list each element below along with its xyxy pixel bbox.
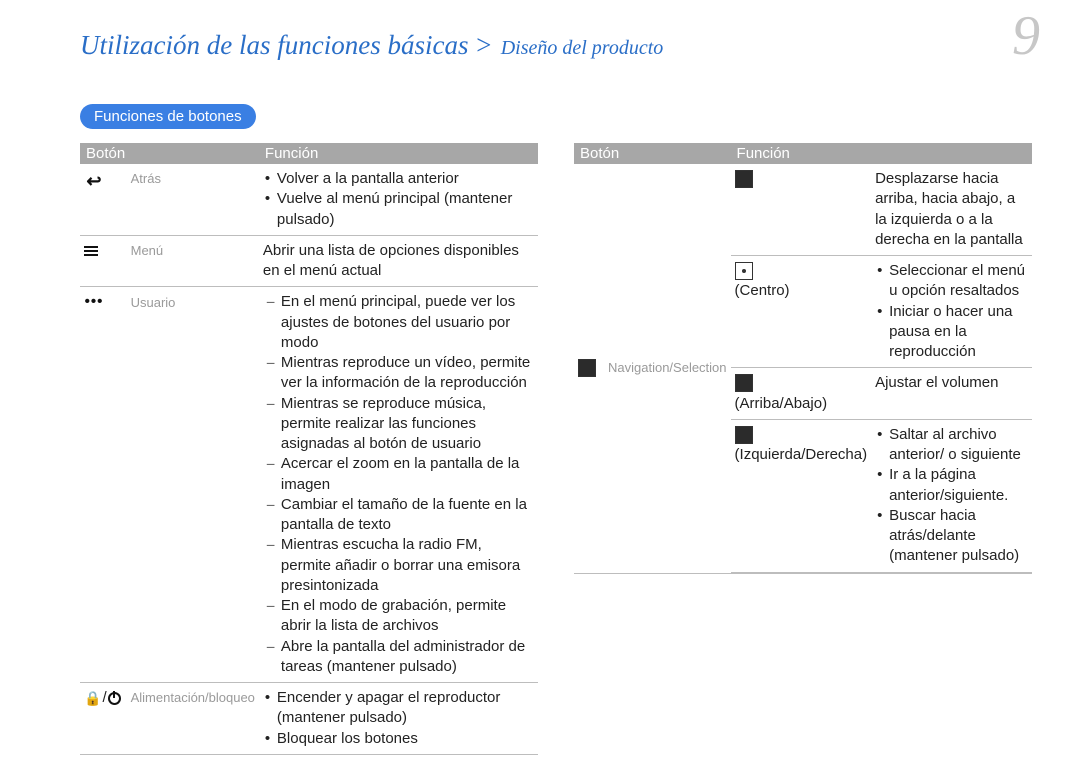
function-text: Desplazarse hacia arriba, hacia abajo, a… [871, 164, 1032, 256]
subkey-label: (Izquierda/Derecha) [735, 445, 868, 465]
back-icon: ↪ [84, 169, 104, 193]
right-column: Botón Función Navigation/Selection [574, 143, 1032, 574]
page-title: Utilización de las funciones básicas> [80, 30, 495, 61]
table-row: (Izquierda/Derecha) Saltar al archivo an… [731, 419, 1032, 572]
th-function: Función [259, 143, 538, 164]
function-list: Saltar al archivo anterior/ o siguiente … [875, 425, 1028, 567]
button-label: Alimentación/bloqueo [131, 690, 255, 706]
dpad-all-icon [735, 170, 753, 188]
section-pill: Funciones de botones [80, 104, 256, 129]
button-label: Menú [131, 242, 164, 260]
button-label: Navigation/Selection [608, 360, 727, 376]
manual-page: Utilización de las funciones básicas> Di… [0, 0, 1080, 762]
th-button: Botón [574, 143, 731, 164]
function-list: Volver a la pantalla anterior Vuelve al … [263, 169, 534, 230]
list-item: Vuelve al menú principal (mantener pulsa… [263, 189, 534, 230]
table-row: Navigation/Selection Despla [574, 164, 1032, 573]
dpad-updown-icon [735, 374, 753, 392]
list-item: En el modo de grabación, permite abrir l… [263, 596, 534, 637]
table-row: (Arriba/Abajo) Ajustar el volumen [731, 368, 1032, 420]
button-label: Usuario [131, 294, 176, 312]
list-item: Seleccionar el menú u opción resaltados [875, 261, 1028, 302]
subkey-label: (Arriba/Abajo) [735, 394, 868, 414]
list-item: Ir a la página anterior/siguiente. [875, 465, 1028, 506]
list-item: Abre la pantalla del administrador de ta… [263, 637, 534, 678]
buttons-table-right: Botón Función Navigation/Selection [574, 143, 1032, 574]
user-icon: ••• [84, 292, 104, 312]
list-item: Acercar el zoom en la pantalla de la ima… [263, 454, 534, 495]
buttons-table-left: Botón Función ↪ Atrás [80, 143, 538, 755]
table-row: Menú Abrir una lista de opciones disponi… [80, 235, 538, 287]
function-list: En el menú principal, puede ver los ajus… [263, 292, 534, 677]
list-item: Mientras reproduce un vídeo, permite ver… [263, 353, 534, 394]
function-list: Seleccionar el menú u opción resaltados … [875, 261, 1028, 362]
lock-icon: 🔒 [84, 689, 101, 708]
page-header: Utilización de las funciones básicas> Di… [80, 18, 1032, 64]
th-button: Botón [80, 143, 259, 164]
function-list: Encender y apagar el reproductor (manten… [263, 688, 534, 749]
page-number: 9 [1012, 8, 1040, 64]
list-item: Iniciar o hacer una pausa en la reproduc… [875, 302, 1028, 363]
page-subtitle: Diseño del producto [501, 37, 664, 60]
table-row: ↪ Atrás Volver a la pantalla anterior Vu… [80, 164, 538, 235]
table-row: ••• Usuario En el menú principal, puede … [80, 287, 538, 683]
dpad-center-icon [735, 262, 753, 280]
menu-icon [84, 244, 98, 258]
navigation-subtable: Desplazarse hacia arriba, hacia abajo, a… [731, 164, 1032, 573]
list-item: En el menú principal, puede ver los ajus… [263, 292, 534, 353]
dpad-leftright-icon [735, 426, 753, 444]
table-row: Desplazarse hacia arriba, hacia abajo, a… [731, 164, 1032, 256]
list-item: Saltar al archivo anterior/ o siguiente [875, 425, 1028, 466]
subkey-label: (Centro) [735, 281, 868, 301]
left-column: Botón Función ↪ Atrás [80, 143, 538, 755]
button-label: Atrás [131, 170, 161, 188]
list-item: Mientras se reproduce música, permite re… [263, 394, 534, 455]
list-item: Mientras escucha la radio FM, permite añ… [263, 535, 534, 596]
list-item: Bloquear los botones [263, 729, 534, 749]
title-block: Utilización de las funciones básicas> Di… [80, 30, 663, 61]
list-item: Encender y apagar el reproductor (manten… [263, 688, 534, 729]
lock-power-icon: 🔒/ [84, 688, 121, 708]
th-function: Función [731, 143, 1032, 164]
function-text: Abrir una lista de opciones disponibles … [259, 235, 538, 287]
list-item: Buscar hacia atrás/delante (mantener pul… [875, 506, 1028, 567]
function-text: Ajustar el volumen [871, 368, 1032, 420]
table-row: (Centro) Seleccionar el menú u opción re… [731, 256, 1032, 368]
content-columns: Botón Función ↪ Atrás [80, 143, 1032, 755]
table-row: 🔒/ Alimentación/bloqueo Encender y apaga… [80, 683, 538, 755]
breadcrumb-separator: > [474, 30, 492, 60]
list-item: Volver a la pantalla anterior [263, 169, 534, 189]
navigation-icon [578, 359, 596, 377]
power-icon [108, 692, 121, 705]
list-item: Cambiar el tamaño de la fuente en la pan… [263, 495, 534, 536]
